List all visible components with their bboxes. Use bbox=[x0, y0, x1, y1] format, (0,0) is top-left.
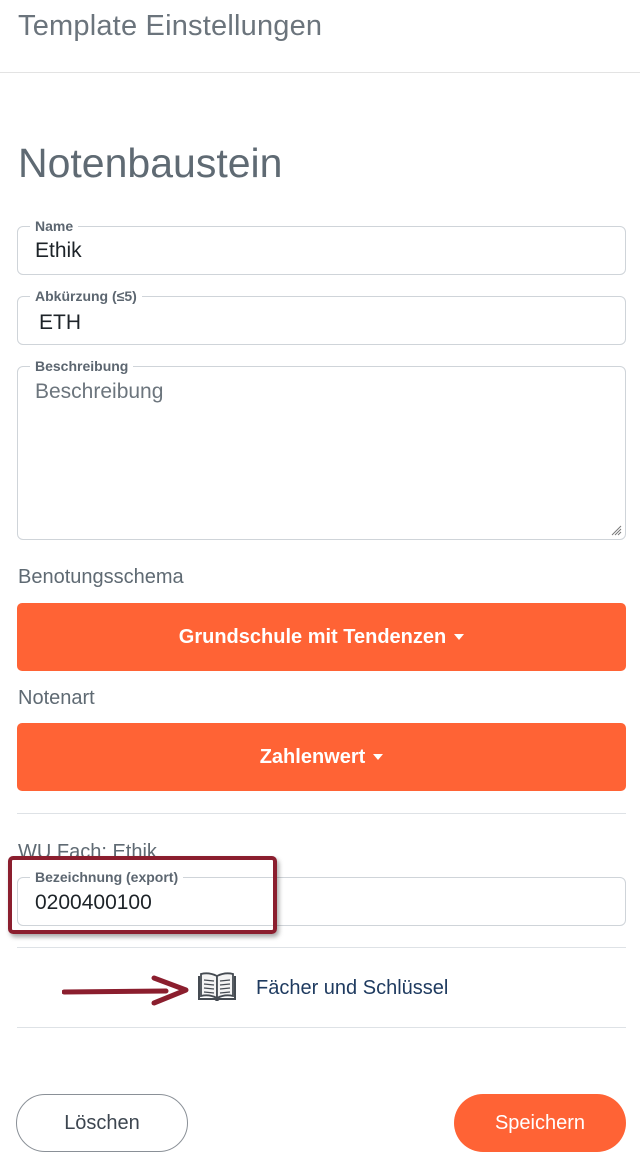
header: Template Einstellungen bbox=[0, 0, 640, 73]
template-settings-page: Template Einstellungen Notenbaustein Nam… bbox=[0, 0, 640, 1171]
caret-down-icon bbox=[373, 754, 384, 760]
name-field-value[interactable]: Ethik bbox=[35, 239, 82, 263]
grading-scheme-dropdown[interactable]: Grundschule mit Tendenzen bbox=[17, 603, 626, 671]
grade-type-label: Notenart bbox=[18, 687, 95, 709]
description-textarea[interactable]: Beschreibung Beschreibung bbox=[17, 358, 626, 540]
subjects-and-keys-link-label: Fächer und Schlüssel bbox=[256, 976, 449, 999]
annotation-highlight-box bbox=[8, 856, 277, 934]
abbreviation-field-label: Abkürzung (≤5) bbox=[30, 288, 142, 304]
section-title: Notenbaustein bbox=[18, 140, 283, 186]
delete-button[interactable]: Löschen bbox=[16, 1094, 188, 1152]
divider bbox=[17, 947, 626, 948]
divider bbox=[17, 1027, 626, 1028]
grade-type-selected: Zahlenwert bbox=[259, 745, 366, 768]
description-field-label: Beschreibung bbox=[30, 358, 134, 374]
book-icon bbox=[198, 972, 236, 1001]
resize-handle-icon[interactable] bbox=[610, 524, 622, 536]
grading-scheme-selected: Grundschule mit Tendenzen bbox=[178, 625, 447, 648]
caret-down-icon bbox=[454, 634, 465, 640]
page-title: Template Einstellungen bbox=[18, 10, 323, 42]
grading-scheme-label: Benotungsschema bbox=[18, 566, 184, 588]
save-button[interactable]: Speichern bbox=[454, 1094, 626, 1152]
divider bbox=[17, 813, 626, 814]
description-placeholder: Beschreibung bbox=[35, 380, 164, 403]
subjects-and-keys-link[interactable]: Fächer und Schlüssel bbox=[197, 968, 448, 1008]
annotation-arrow-icon bbox=[62, 975, 189, 1006]
abbreviation-field[interactable]: Abkürzung (≤5) ETH bbox=[17, 288, 626, 345]
name-field-label: Name bbox=[30, 218, 79, 234]
grade-type-dropdown[interactable]: Zahlenwert bbox=[17, 723, 626, 791]
abbreviation-field-value[interactable]: ETH bbox=[39, 311, 81, 335]
name-field[interactable]: Name Ethik bbox=[17, 218, 626, 275]
